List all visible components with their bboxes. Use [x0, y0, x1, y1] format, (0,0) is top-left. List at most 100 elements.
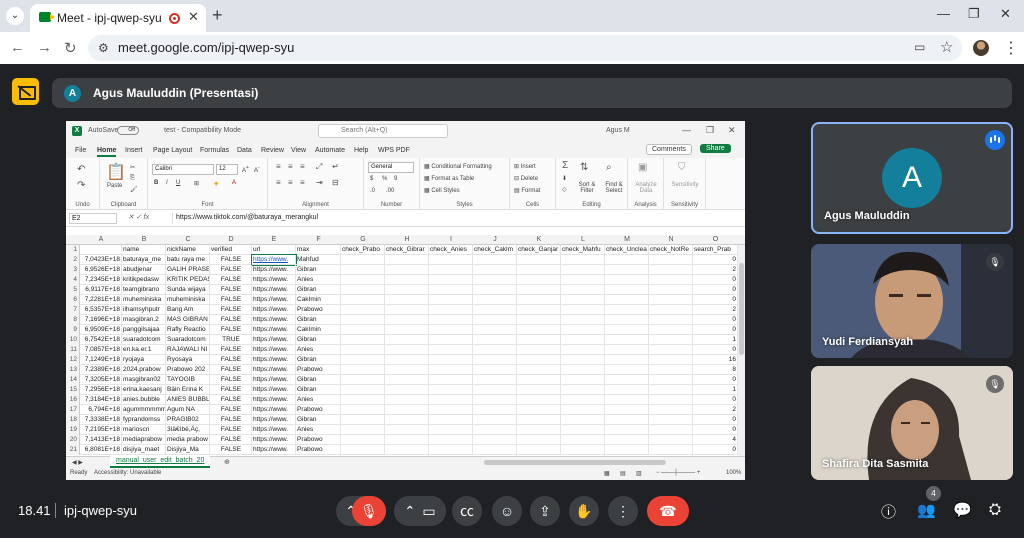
table-cell[interactable]: 7,1413E+18 [80, 435, 122, 445]
name-box[interactable]: E2 [69, 213, 117, 224]
header-cell[interactable]: check_Prabo [341, 245, 385, 255]
header-cell[interactable]: nickName [166, 245, 210, 255]
table-cell[interactable]: abudjenar [122, 265, 166, 275]
table-cell[interactable] [385, 275, 429, 285]
table-cell[interactable] [341, 295, 385, 305]
table-cell[interactable] [473, 285, 517, 295]
cut-icon[interactable]: ✂ [130, 164, 135, 171]
align-middle-icon[interactable]: ≡ [288, 162, 293, 171]
minimize-icon[interactable]: — [937, 6, 950, 21]
italic-icon[interactable]: I [166, 180, 168, 186]
table-cell[interactable]: muheminiska [166, 295, 210, 305]
table-cell[interactable] [517, 415, 561, 425]
table-cell[interactable] [517, 405, 561, 415]
table-cell[interactable]: https://www. [252, 265, 296, 275]
new-tab-icon[interactable]: + [212, 5, 223, 26]
table-cell[interactable]: Prabowo [296, 365, 341, 375]
row-header[interactable]: 7 [66, 305, 80, 315]
table-cell[interactable]: media prabow [166, 435, 210, 445]
table-cell[interactable] [341, 285, 385, 295]
table-cell[interactable] [429, 445, 473, 455]
table-cell[interactable] [473, 325, 517, 335]
row-header[interactable]: 12 [66, 355, 80, 365]
table-cell[interactable]: RAJAWALI NI [166, 345, 210, 355]
table-cell[interactable] [561, 305, 605, 315]
table-cell[interactable] [429, 395, 473, 405]
table-cell[interactable]: 2024.prabow [122, 365, 166, 375]
table-cell[interactable]: FALSE [210, 345, 252, 355]
table-cell[interactable] [385, 425, 429, 435]
table-cell[interactable] [385, 445, 429, 455]
table-cell[interactable] [473, 395, 517, 405]
sort-filter-label[interactable]: Sort & Filter [575, 182, 599, 194]
menu-page-layout[interactable]: Page Layout [153, 147, 192, 154]
table-cell[interactable] [649, 445, 693, 455]
table-cell[interactable]: Ryosaya [166, 355, 210, 365]
table-cell[interactable]: fyprandomss [122, 415, 166, 425]
header-cell[interactable]: check_Gibrar [385, 245, 429, 255]
table-cell[interactable] [385, 305, 429, 315]
delete-cells-button[interactable]: ⊟ Delete [514, 175, 538, 182]
table-cell[interactable] [605, 275, 649, 285]
table-cell[interactable]: TAYOGIB [166, 375, 210, 385]
table-cell[interactable] [341, 365, 385, 375]
cell-styles-button[interactable]: ▦ Cell Styles [424, 187, 460, 194]
table-cell[interactable] [605, 395, 649, 405]
page-break-view-icon[interactable]: ▥ [636, 470, 642, 477]
table-cell[interactable] [473, 335, 517, 345]
table-cell[interactable]: Anies [296, 395, 341, 405]
table-cell[interactable] [649, 255, 693, 265]
table-cell[interactable]: Gibran [296, 375, 341, 385]
table-cell[interactable]: 7,3184E+18 [80, 395, 122, 405]
forward-icon[interactable]: → [37, 39, 52, 56]
table-cell[interactable] [561, 345, 605, 355]
column-header-c[interactable]: C [166, 236, 210, 243]
table-cell[interactable] [605, 315, 649, 325]
table-cell[interactable] [517, 325, 561, 335]
format-as-table-button[interactable]: ▦ Format as Table [424, 175, 474, 182]
table-cell[interactable] [473, 305, 517, 315]
meeting-details-icon[interactable]: ⓘ [881, 501, 896, 522]
table-cell[interactable] [385, 375, 429, 385]
table-cell[interactable]: disjiya_maet [122, 445, 166, 455]
analyze-data-icon[interactable]: ▣ [638, 162, 647, 173]
number-format-select[interactable]: General [368, 162, 414, 173]
row-header[interactable]: 8 [66, 315, 80, 325]
table-cell[interactable] [605, 385, 649, 395]
table-cell[interactable]: FALSE [210, 285, 252, 295]
comma-style-icon[interactable]: 9 [394, 176, 397, 182]
table-cell[interactable] [517, 265, 561, 275]
table-cell[interactable] [473, 355, 517, 365]
table-cell[interactable]: 6,9117E+18 [80, 285, 122, 295]
table-cell[interactable]: Agum NA [166, 405, 210, 415]
insert-cells-button[interactable]: ⊞ Insert [514, 163, 536, 170]
table-cell[interactable] [605, 345, 649, 355]
table-cell[interactable]: https://www. [252, 365, 296, 375]
table-cell[interactable] [385, 295, 429, 305]
activities-icon[interactable]: ⛭ [989, 501, 1001, 518]
table-cell[interactable]: agummmmmm [122, 405, 166, 415]
table-cell[interactable] [385, 255, 429, 265]
header-cell[interactable]: check_Unclea [605, 245, 649, 255]
table-cell[interactable]: masgibran02 [122, 375, 166, 385]
table-cell[interactable]: FALSE [210, 295, 252, 305]
table-cell[interactable]: 8 [693, 365, 738, 375]
table-cell[interactable]: marioscn [122, 425, 166, 435]
tab-search-icon[interactable]: ⌄ [6, 7, 24, 25]
table-cell[interactable] [561, 255, 605, 265]
paste-label[interactable]: Paste [107, 183, 122, 189]
table-cell[interactable]: anies.bubble [122, 395, 166, 405]
underline-icon[interactable]: U [176, 180, 180, 186]
chat-icon[interactable]: 💬 [953, 501, 972, 519]
table-cell[interactable] [429, 355, 473, 365]
table-cell[interactable]: Gibran [296, 265, 341, 275]
row-header[interactable]: 17 [66, 405, 80, 415]
grow-font-icon[interactable]: A+ [242, 165, 249, 174]
table-cell[interactable] [473, 385, 517, 395]
table-cell[interactable] [385, 395, 429, 405]
table-cell[interactable] [605, 435, 649, 445]
table-cell[interactable] [385, 345, 429, 355]
table-cell[interactable] [561, 445, 605, 455]
header-cell[interactable]: check_Caklm [473, 245, 517, 255]
table-cell[interactable] [605, 295, 649, 305]
